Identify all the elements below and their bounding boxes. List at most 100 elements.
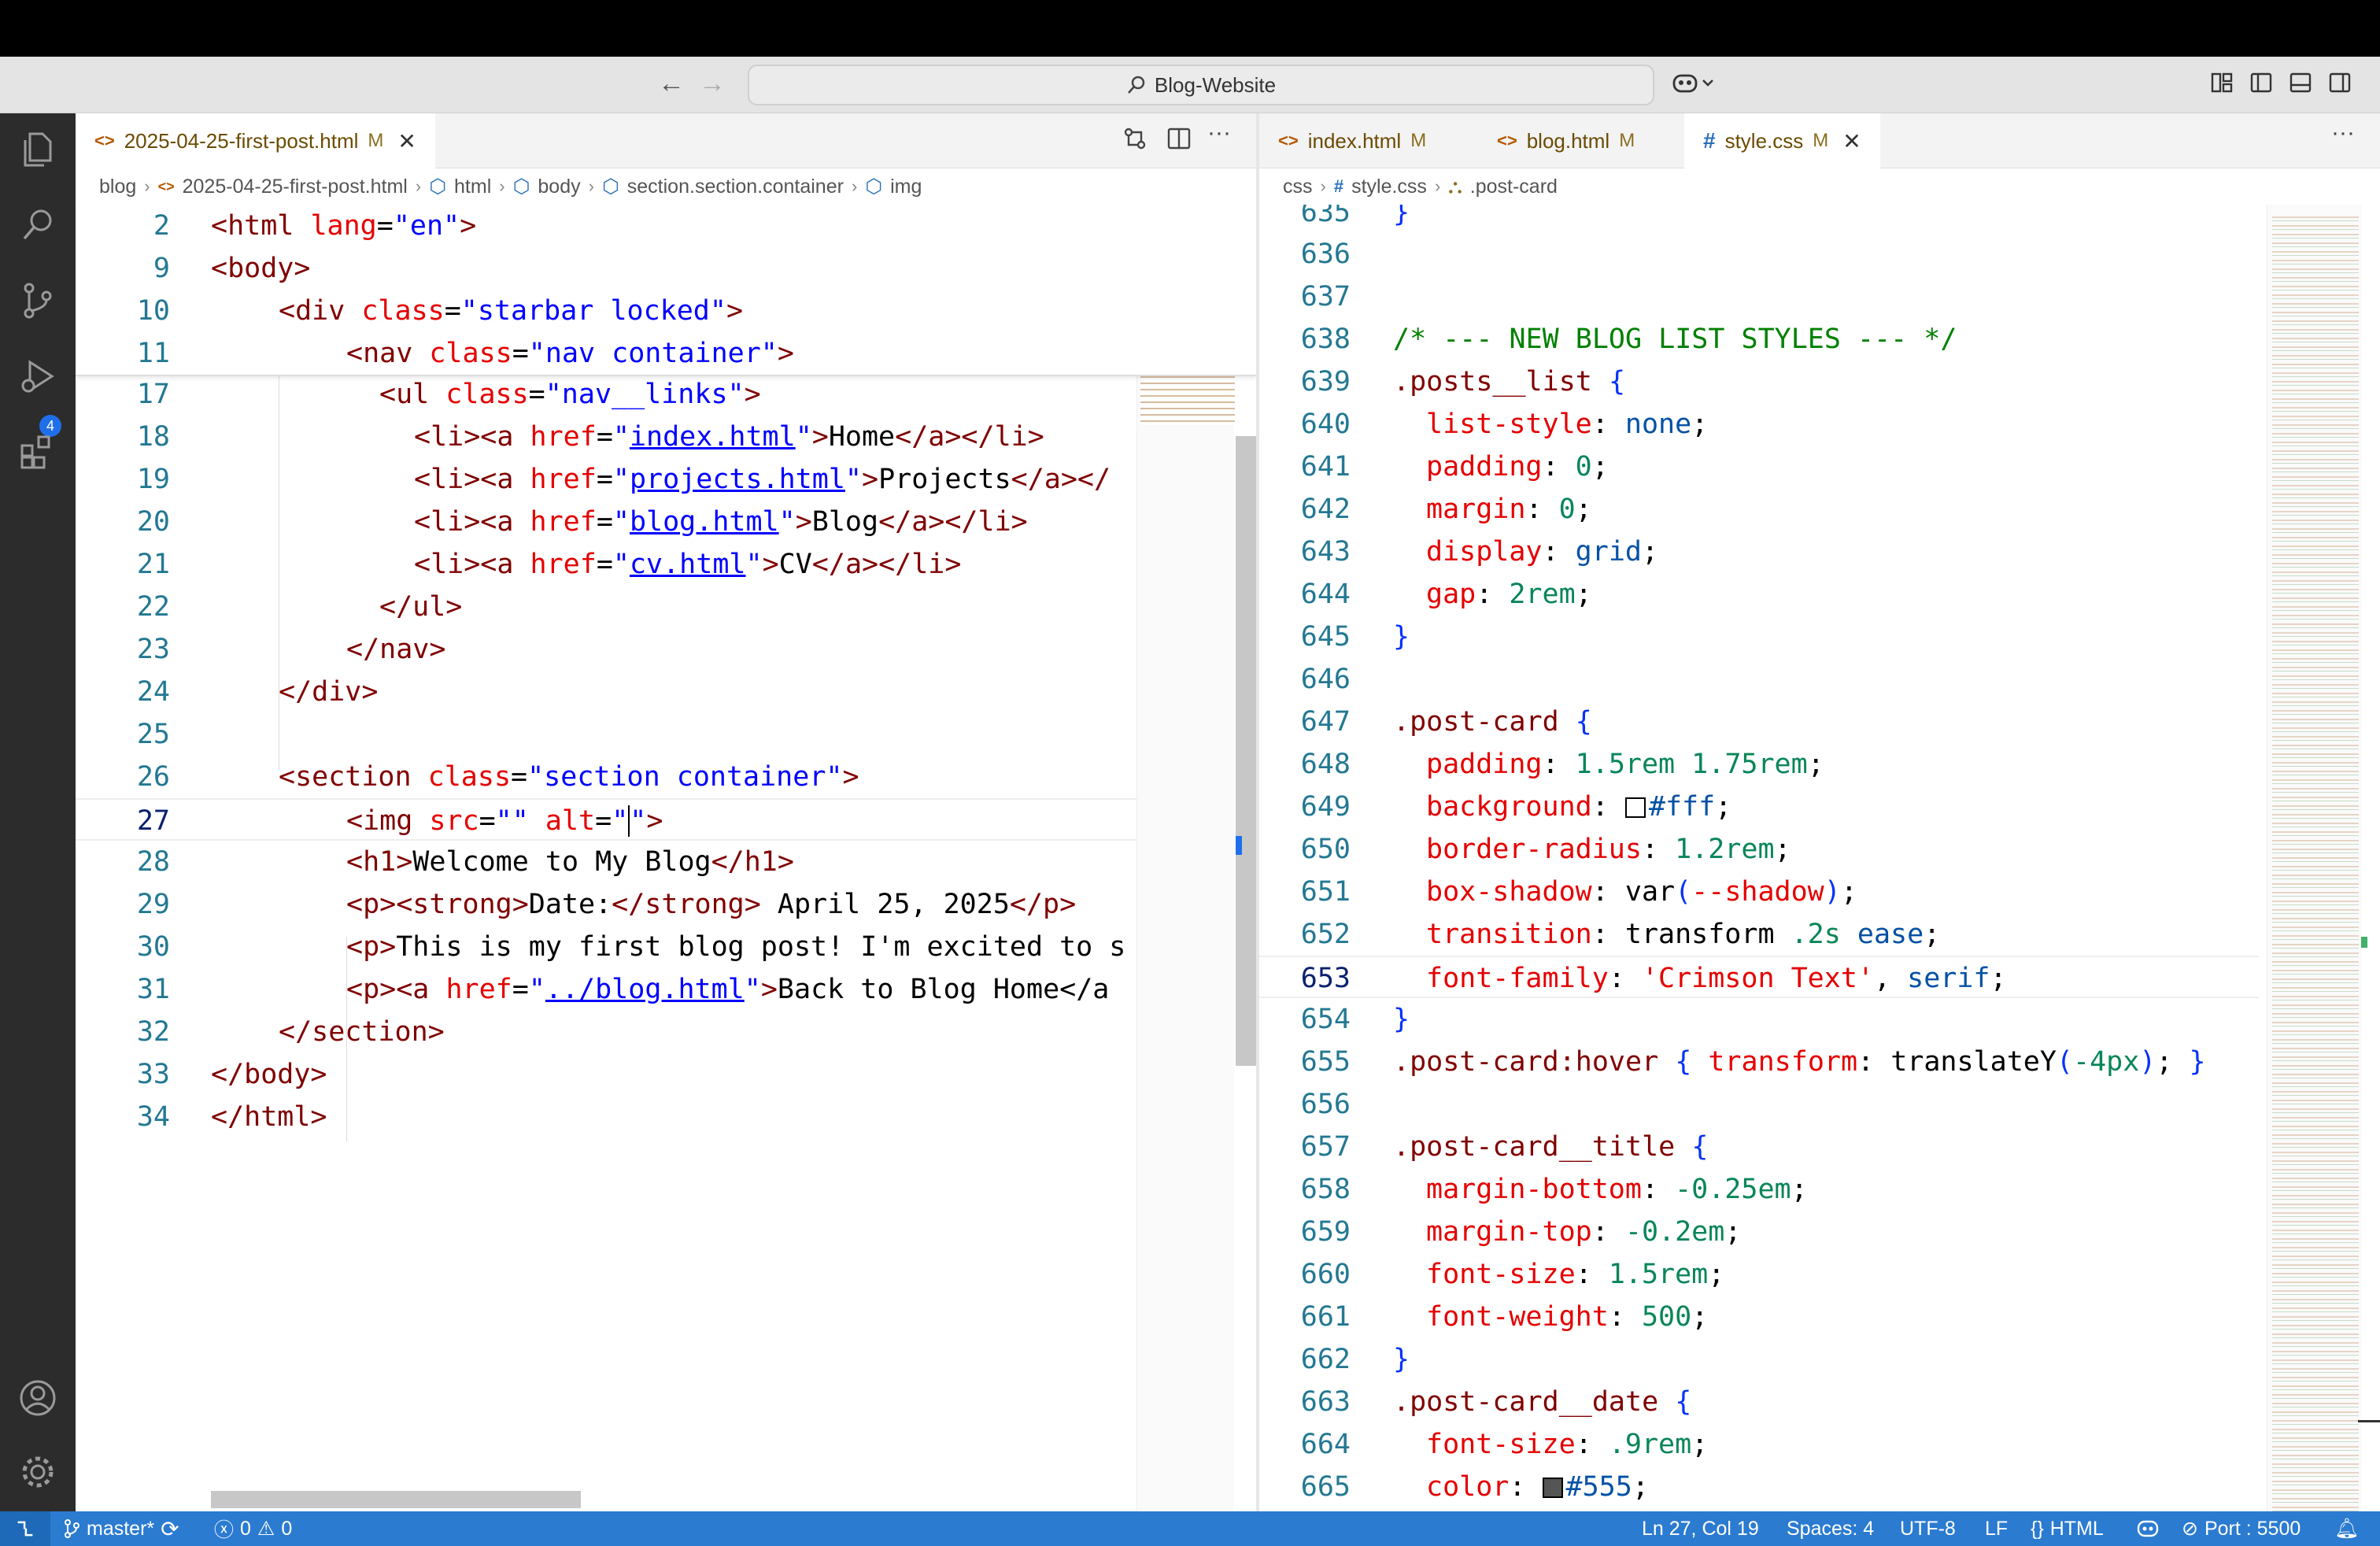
code-line[interactable]: 652 transition: transform .2s ease; [1259, 913, 2259, 956]
code-line[interactable]: 651 box-shadow: var(--shadow); [1259, 871, 2259, 913]
code-line[interactable]: 659 margin-top: -0.2em; [1259, 1211, 2259, 1253]
copilot-status[interactable] [2136, 1511, 2160, 1546]
code-line[interactable]: <html lang="en"> [211, 205, 476, 247]
breadcrumb-item[interactable]: 2025-04-25-first-post.html [183, 176, 408, 198]
toggle-primary-sidebar-icon[interactable] [2249, 71, 2273, 94]
settings-gear-icon[interactable] [17, 1452, 58, 1492]
indentation-status[interactable]: Spaces: 4 [1787, 1511, 1874, 1546]
explorer-icon[interactable] [17, 129, 58, 170]
code-line[interactable]: </div> [279, 671, 378, 713]
code-line[interactable]: 644 gap: 2rem; [1259, 573, 2259, 616]
code-line[interactable]: 647 .post-card { [1259, 701, 2259, 743]
search-icon[interactable] [17, 205, 58, 246]
eol-status[interactable]: LF [1985, 1511, 2008, 1546]
minimap[interactable] [2267, 205, 2361, 1511]
customize-layout-icon[interactable] [2210, 71, 2234, 94]
code-line[interactable]: 650 border-radius: 1.2rem; [1259, 828, 2259, 871]
code-line[interactable]: 654} [1259, 998, 2259, 1041]
code-line[interactable]: <img src="" alt=""> [346, 800, 663, 842]
code-line[interactable]: 642 margin: 0; [1259, 488, 2259, 531]
encoding-status[interactable]: UTF-8 [1900, 1511, 1956, 1546]
branch-status[interactable]: master* ⟳ [63, 1511, 179, 1546]
source-control-icon[interactable] [17, 280, 58, 321]
copilot-button[interactable] [1672, 71, 1714, 94]
code-line[interactable]: 649 background: #fff; [1259, 786, 2259, 828]
close-icon[interactable]: ✕ [397, 128, 416, 154]
code-line[interactable]: <li><a href="index.html">Home</a></li> [414, 416, 1044, 458]
close-icon[interactable]: ✕ [1842, 128, 1861, 154]
right-code-area[interactable]: 635} 636 637 638/* --- NEW BLOG LIST STYLES… [1259, 205, 2259, 1511]
more-actions-icon[interactable]: ··· [2331, 120, 2355, 146]
extensions-icon[interactable] [17, 431, 58, 472]
horizontal-scrollbar[interactable] [211, 1491, 581, 1508]
back-arrow-icon[interactable]: ← [658, 68, 685, 99]
problems-status[interactable]: ⓧ 0 ⚠ 0 [214, 1511, 292, 1546]
sticky-scroll[interactable]: 2 <html lang="en"> 9 <body> 10 <div class="… [76, 205, 1256, 376]
code-line[interactable]: </html> [211, 1096, 327, 1138]
language-mode[interactable]: {} HTML [2031, 1511, 2104, 1546]
code-line[interactable]: 655 .post-card:hover { transform: transla… [1259, 1041, 2259, 1083]
minimap[interactable] [1136, 205, 1235, 1511]
toggle-panel-icon[interactable] [2289, 71, 2312, 94]
code-line[interactable]: </ul> [379, 586, 462, 628]
open-changes-icon[interactable] [1122, 126, 1148, 151]
breadcrumb-item[interactable]: blog [99, 176, 136, 198]
code-line[interactable]: 640 list-style: none; [1259, 403, 2259, 446]
run-debug-icon[interactable] [17, 356, 58, 397]
code-line[interactable]: 646 [1259, 658, 2259, 701]
breadcrumb-item[interactable]: html [454, 176, 491, 198]
code-line[interactable]: 645} [1259, 616, 2259, 658]
breadcrumb-item[interactable]: style.css [1351, 176, 1427, 198]
code-line[interactable]: 637 [1259, 276, 2259, 318]
more-actions-icon[interactable]: ··· [1207, 120, 1231, 146]
code-line[interactable]: 662} [1259, 1338, 2259, 1381]
live-server-port[interactable]: ⊘ Port : 5500 [2182, 1511, 2301, 1546]
code-line[interactable]: 665 color: #555; [1259, 1466, 2259, 1508]
breadcrumb-item[interactable]: section.section.container [627, 176, 844, 198]
code-line[interactable]: 641 padding: 0; [1259, 446, 2259, 488]
code-line[interactable]: <h1>Welcome to My Blog</h1> [346, 841, 794, 883]
code-line[interactable]: <section class="section container"> [279, 756, 859, 798]
scrollbar-slider[interactable] [2358, 1420, 2380, 1422]
code-line[interactable]: 663 .post-card__date { [1259, 1381, 2259, 1423]
code-line[interactable]: 661 font-weight: 500; [1259, 1296, 2259, 1338]
tab-first-post[interactable]: <> 2025-04-25-first-post.html M ✕ [76, 113, 435, 168]
notifications-bell[interactable]: 🔔︎ [2334, 1511, 2360, 1546]
code-line[interactable]: </nav> [346, 628, 445, 671]
remote-indicator[interactable] [0, 1511, 50, 1546]
cursor-position[interactable]: Ln 27, Col 19 [1642, 1511, 1759, 1546]
code-line[interactable]: </body> [211, 1053, 327, 1096]
code-line[interactable]: <li><a href="projects.html">Projects</a>… [414, 458, 1111, 501]
code-line[interactable]: 648 padding: 1.5rem 1.75rem; [1259, 743, 2259, 786]
code-line[interactable]: <nav class="nav container"> [346, 332, 794, 375]
breadcrumb-item[interactable]: css [1283, 176, 1313, 198]
breadcrumb-item[interactable]: body [538, 176, 580, 198]
accounts-icon[interactable] [17, 1378, 58, 1418]
breadcrumb-item[interactable]: .post-card [1470, 176, 1558, 198]
toggle-secondary-sidebar-icon[interactable] [2328, 71, 2352, 94]
code-line[interactable]: <p><a href="../blog.html">Back to Blog H… [346, 968, 1109, 1011]
code-line[interactable]: <div class="starbar locked"> [279, 290, 743, 332]
code-line[interactable]: <li><a href="blog.html">Blog</a></li> [414, 501, 1028, 543]
tab-blog-html[interactable]: <> blog.html M [1478, 113, 1654, 168]
split-editor-icon[interactable] [1166, 126, 1192, 151]
code-line[interactable]: 635} [1259, 205, 2259, 233]
code-line[interactable]: </section> [279, 1011, 445, 1053]
code-line[interactable]: 653 font-family: 'Crimson Text', serif; [1259, 956, 2259, 998]
code-line[interactable]: 657 .post-card__title { [1259, 1126, 2259, 1168]
color-swatch[interactable] [1624, 797, 1646, 818]
sync-icon[interactable]: ⟳ [161, 1516, 179, 1542]
code-line[interactable]: <ul class="nav__links"> [379, 373, 761, 416]
command-center-search[interactable]: Blog-Website [748, 65, 1654, 105]
code-line[interactable]: <p><strong>Date:</strong> April 25, 2025… [346, 883, 1076, 926]
color-swatch[interactable] [1542, 1478, 1563, 1498]
tab-index-html[interactable]: <> index.html M [1259, 113, 1445, 168]
code-line[interactable]: 636 [1259, 233, 2259, 276]
code-line[interactable]: <li><a href="cv.html">CV</a></li> [414, 543, 961, 586]
forward-arrow-icon[interactable]: → [699, 68, 726, 99]
code-line[interactable]: 638/* --- NEW BLOG LIST STYLES --- */ [1259, 318, 2259, 361]
code-line[interactable]: 643 display: grid; [1259, 531, 2259, 573]
breadcrumb-item[interactable]: img [890, 176, 922, 198]
code-line[interactable]: 660 font-size: 1.5rem; [1259, 1253, 2259, 1296]
tab-style-css[interactable]: # style.css M ✕ [1684, 113, 1880, 168]
